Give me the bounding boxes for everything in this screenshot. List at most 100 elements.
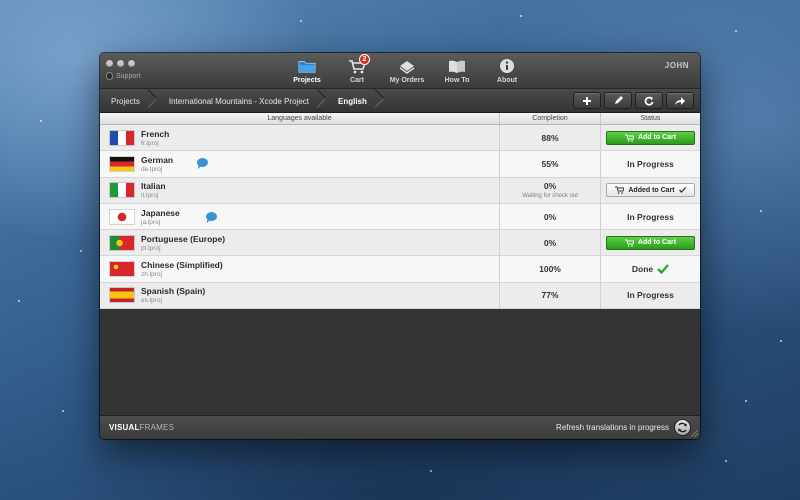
- status-text: In Progress: [627, 158, 674, 169]
- support-label: Support: [116, 72, 141, 80]
- refresh-button[interactable]: [635, 92, 663, 109]
- share-icon: [675, 96, 685, 105]
- completion-cell: 0% Waiting for check out: [500, 177, 601, 203]
- comment-bubble-icon[interactable]: [197, 158, 208, 170]
- table-row[interactable]: Portuguese (Europe) pt.lproj 0% Add to C…: [100, 230, 700, 257]
- tab-projects[interactable]: Projects: [282, 54, 332, 87]
- brand-light: FRAMES: [139, 423, 175, 432]
- brand-logo: VISUALFRAMES: [109, 423, 174, 432]
- completion-note: Waiting for check out: [522, 193, 578, 200]
- language-file: zh.lproj: [141, 271, 162, 279]
- language-cell: Japanese ja.lproj: [100, 203, 500, 230]
- main-tabs: Projects 2 Cart My Orders How To About: [282, 54, 532, 87]
- flag-china-icon: [110, 262, 134, 277]
- language-file: es.lproj: [141, 297, 162, 305]
- add-to-cart-label: Add to Cart: [637, 239, 677, 247]
- share-button[interactable]: [666, 92, 694, 109]
- cart-icon: [615, 186, 625, 195]
- language-name: French: [141, 128, 170, 139]
- status-cell: Done: [601, 256, 700, 281]
- minimize-window-button[interactable]: [117, 60, 124, 67]
- completion-value: 0%: [543, 237, 557, 248]
- support-link[interactable]: Support: [106, 72, 141, 80]
- breadcrumb-projects[interactable]: Projects: [100, 89, 158, 113]
- language-cell: Chinese (Simplified) zh.lproj: [100, 256, 500, 282]
- resize-grip[interactable]: [691, 430, 698, 437]
- breadcrumb-project[interactable]: International Mountains - Xcode Project: [158, 89, 327, 113]
- sync-icon: [678, 422, 687, 433]
- added-to-cart-label: Added to Cart: [628, 186, 675, 194]
- header-status[interactable]: Status: [601, 113, 700, 124]
- add-to-cart-button[interactable]: Add to Cart: [606, 235, 695, 250]
- added-to-cart-button[interactable]: Added to Cart: [606, 183, 695, 198]
- completion-value: 55%: [541, 158, 559, 169]
- breadcrumb-language[interactable]: English: [327, 89, 385, 113]
- language-file: pt.lproj: [141, 244, 161, 252]
- empty-area: [100, 309, 700, 415]
- refresh-label: Refresh translations in progress: [556, 423, 669, 432]
- folder-icon: [298, 58, 316, 74]
- flag-germany-icon: [110, 156, 134, 171]
- tab-my-orders-label: My Orders: [389, 77, 425, 84]
- table-row[interactable]: Spanish (Spain) es.lproj 77% In Progress: [100, 282, 700, 310]
- table-row[interactable]: Chinese (Simplified) zh.lproj 100% Done: [100, 256, 700, 283]
- tab-projects-label: Projects: [293, 77, 321, 84]
- status-cell: Added to Cart: [601, 178, 700, 203]
- language-file: it.lproj: [141, 192, 159, 200]
- completion-cell: 100%: [500, 256, 601, 282]
- table-row[interactable]: French fr.lproj 88% Add to Cart: [100, 125, 700, 152]
- table-row[interactable]: Italian it.lproj 0% Waiting for check ou…: [100, 177, 700, 204]
- comment-bubble-icon[interactable]: [206, 211, 217, 223]
- completion-value: 100%: [539, 264, 561, 275]
- tab-about[interactable]: About: [482, 54, 532, 87]
- table-row[interactable]: German de.lproj 55% In Progress: [100, 151, 700, 178]
- language-name: Portuguese (Europe): [141, 233, 226, 244]
- tab-cart[interactable]: 2 Cart: [332, 54, 382, 87]
- tab-my-orders[interactable]: My Orders: [382, 54, 432, 87]
- table-body: French fr.lproj 88% Add to Cart German d…: [100, 125, 700, 310]
- language-name: Japanese: [141, 207, 180, 218]
- completion-value: 0%: [543, 211, 557, 222]
- orders-icon: [398, 58, 416, 74]
- brand-bold: VISUAL: [109, 423, 140, 432]
- language-name: Spanish (Spain): [141, 286, 206, 297]
- status-cell: In Progress: [601, 151, 700, 176]
- completion-cell: 55%: [500, 151, 601, 177]
- zoom-window-button[interactable]: [128, 60, 135, 67]
- header-completion[interactable]: Completion: [500, 113, 601, 124]
- cart-icon: [624, 134, 634, 142]
- status-done: Done: [631, 264, 670, 275]
- add-to-cart-label: Add to Cart: [637, 134, 677, 142]
- language-file: de.lproj: [141, 165, 163, 173]
- tab-cart-label: Cart: [349, 77, 364, 84]
- add-to-cart-button[interactable]: Add to Cart: [606, 130, 695, 145]
- tab-about-label: About: [496, 77, 518, 84]
- languages-table: Languages available Completion Status Fr…: [100, 113, 700, 310]
- app-window: Support Projects 2 Cart My Orders How To…: [100, 53, 700, 439]
- table-row[interactable]: Japanese ja.lproj 0% In Progress: [100, 203, 700, 231]
- add-button[interactable]: [573, 92, 601, 109]
- status-text: In Progress: [627, 211, 674, 222]
- completion-cell: 0%: [500, 203, 601, 230]
- flag-france-icon: [110, 130, 134, 145]
- user-name[interactable]: JOHN: [665, 61, 689, 70]
- status-text: Done: [631, 264, 654, 275]
- tab-how-to[interactable]: How To: [432, 54, 482, 87]
- header-languages[interactable]: Languages available: [100, 113, 500, 124]
- completion-value: 77%: [541, 290, 559, 301]
- refresh-icon: [644, 96, 654, 106]
- status-text: In Progress: [627, 290, 674, 301]
- window-controls: [106, 60, 135, 67]
- checkmark-icon: [657, 264, 670, 275]
- bug-icon: [106, 72, 113, 80]
- status-cell: Add to Cart: [601, 125, 700, 150]
- language-cell: Italian it.lproj: [100, 177, 500, 203]
- edit-icon: [615, 95, 623, 104]
- status-cell: Add to Cart: [601, 230, 700, 255]
- language-name: Italian: [141, 181, 166, 192]
- close-window-button[interactable]: [106, 60, 113, 67]
- language-cell: Spanish (Spain) es.lproj: [100, 282, 500, 309]
- edit-button[interactable]: [604, 92, 632, 109]
- refresh-translations-button[interactable]: [674, 419, 691, 436]
- flag-spain-icon: [110, 288, 134, 303]
